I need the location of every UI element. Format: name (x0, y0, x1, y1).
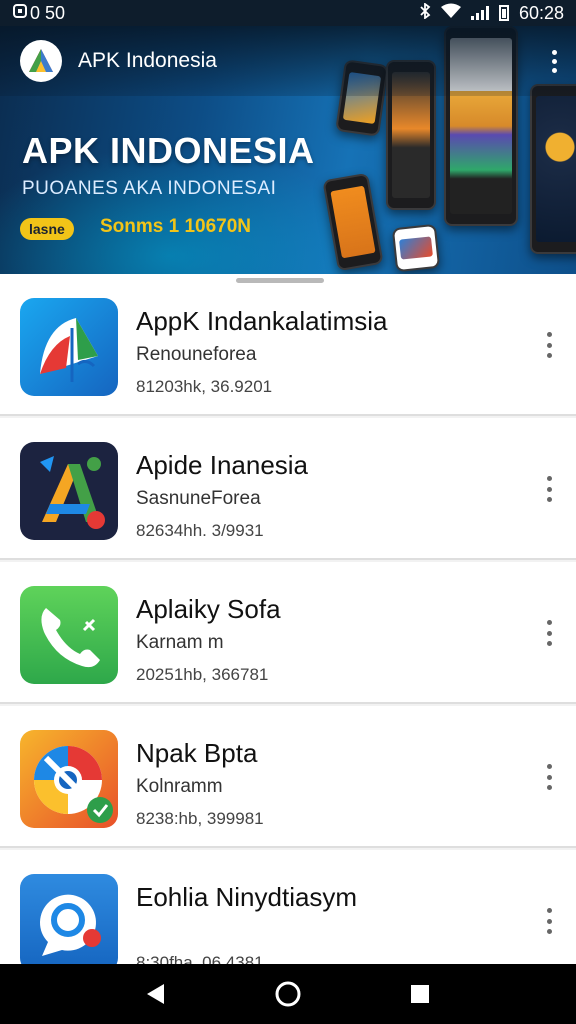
wifi-icon (440, 3, 461, 24)
drag-handle[interactable] (236, 278, 324, 283)
banner-badge[interactable]: lasne (20, 218, 74, 240)
maps-app-icon[interactable] (20, 298, 118, 396)
phone-app-icon[interactable] (20, 586, 118, 684)
list-item[interactable]: AppK Indankalatimsia Renouneforea 81203h… (0, 274, 576, 416)
status-left-text: 0 50 (30, 2, 66, 23)
notification-icon (12, 3, 28, 24)
app-title: APK Indonesia (78, 49, 217, 72)
phone-graphic (322, 172, 384, 272)
status-time: 60:28 (518, 2, 564, 23)
app-meta: 8238:hb, 399981 (136, 809, 264, 828)
phone-graphic (530, 84, 576, 254)
app-name: AppK Indankalatimsia (136, 306, 388, 336)
more-vert-icon[interactable] (552, 50, 558, 73)
app-developer: SasnuneForea (136, 488, 261, 509)
app-meta: 82634hh. 3/9931 (136, 521, 264, 540)
screen: 0 50 60:28 APK Indonesia APK INDONESIA P… (0, 0, 576, 1024)
app-name: Aplaiky Sofa (136, 594, 281, 624)
app-name: Apide Inanesia (136, 450, 309, 480)
app-logo[interactable] (20, 40, 62, 82)
navigation-bar (0, 964, 576, 1024)
header-banner: APK Indonesia APK INDONESIA PUOANES AKA … (0, 26, 576, 274)
signal-icon (470, 6, 489, 20)
status-bar: 0 50 60:28 (0, 0, 576, 26)
more-vert-icon[interactable] (544, 476, 554, 502)
back-icon[interactable] (136, 974, 176, 1014)
bluetooth-icon (419, 1, 431, 24)
app-meta: 81203hk, 36.9201 (136, 377, 273, 396)
chat-app-icon[interactable] (20, 874, 118, 972)
app-name: Npak Bpta (136, 738, 258, 768)
chrome-like-app-icon[interactable] (20, 730, 118, 828)
recents-icon[interactable] (400, 974, 440, 1014)
list-item[interactable]: Apide Inanesia SasnuneForea 82634hh. 3/9… (0, 418, 576, 560)
list-item[interactable]: Npak Bpta Kolnramm 8238:hb, 399981 (0, 706, 576, 848)
logo-icon (29, 49, 53, 72)
phone-graphic (391, 223, 441, 273)
app-developer: Karnam m (136, 632, 224, 653)
status-left: 0 50 (12, 3, 65, 24)
banner-code: Sonms 1 10670N (100, 216, 252, 237)
banner-title: APK INDONESIA (22, 130, 315, 171)
more-vert-icon[interactable] (544, 332, 554, 358)
app-developer: Renouneforea (136, 344, 257, 365)
banner-subtitle: PUOANES AKA INDONESAI (22, 178, 277, 199)
more-vert-icon[interactable] (544, 620, 554, 646)
toolbar: APK Indonesia (0, 26, 576, 96)
app-meta: 20251hb, 366781 (136, 665, 269, 684)
more-vert-icon[interactable] (544, 764, 554, 790)
status-right: 60:28 (419, 1, 564, 24)
battery-icon (498, 5, 509, 21)
list-item[interactable]: Aplaiky Sofa Karnam m 20251hb, 366781 (0, 562, 576, 704)
colorful-a-app-icon[interactable] (20, 442, 118, 540)
app-name: Eohlia Ninydtiasym (136, 882, 358, 912)
home-icon[interactable] (268, 974, 308, 1014)
more-vert-icon[interactable] (544, 908, 554, 934)
app-developer: Kolnramm (136, 776, 223, 797)
app-list: AppK Indankalatimsia Renouneforea 81203h… (0, 274, 576, 994)
